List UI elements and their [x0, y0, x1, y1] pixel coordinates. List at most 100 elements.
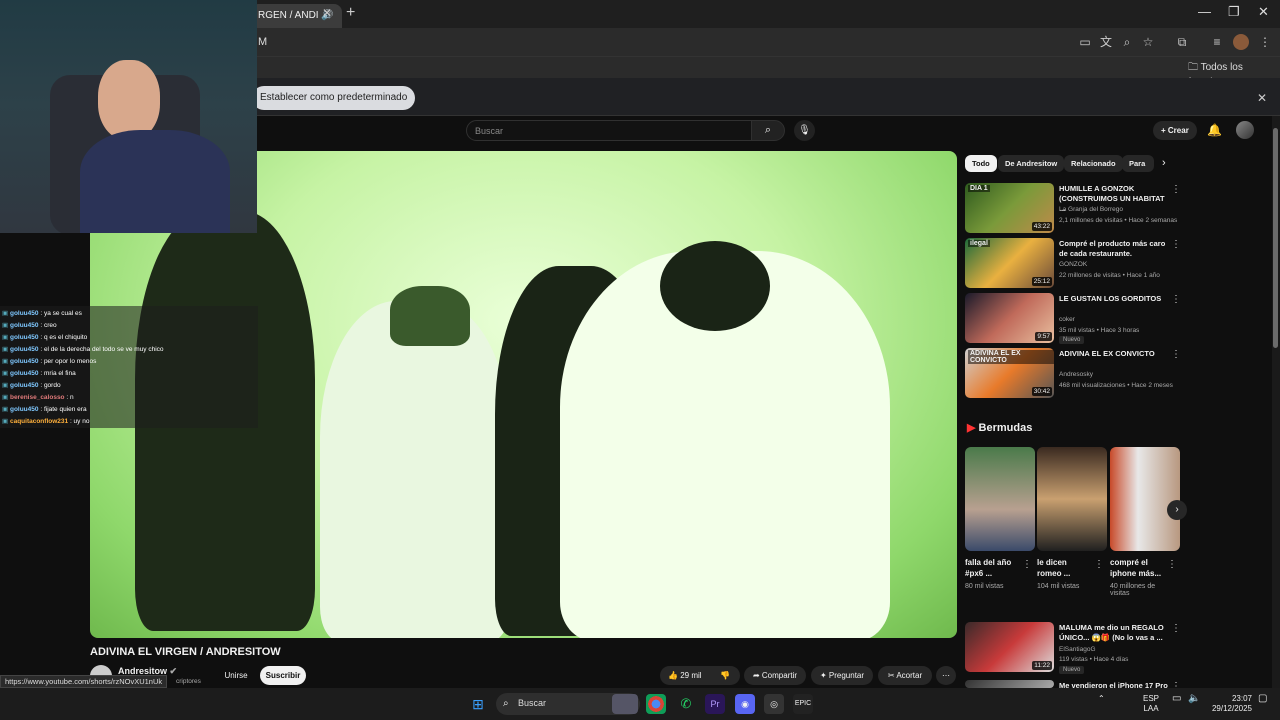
- chat-username[interactable]: goluu450: [10, 334, 39, 341]
- chat-badge-icon: ▣: [2, 394, 9, 401]
- related-thumbnail[interactable]: ilegal 25:12: [965, 238, 1054, 288]
- more-actions-icon[interactable]: ⋯: [936, 666, 956, 685]
- obs-icon[interactable]: ◎: [764, 694, 784, 714]
- chat-username[interactable]: goluu450: [10, 310, 39, 317]
- related-channel[interactable]: coker: [1059, 316, 1075, 323]
- chip-channel[interactable]: De Andresitow: [998, 155, 1065, 172]
- epic-games-icon[interactable]: EPIC: [793, 694, 813, 714]
- related-title[interactable]: LE GUSTAN LOS GORDITOS: [1059, 294, 1169, 304]
- chevron-right-icon[interactable]: ›: [1162, 157, 1166, 169]
- more-options-icon[interactable]: ⋮: [1171, 184, 1181, 195]
- profile-avatar[interactable]: [1233, 34, 1249, 50]
- short-thumb[interactable]: [965, 447, 1035, 551]
- chat-text: : ya se cual es: [40, 310, 82, 317]
- clock[interactable]: 23:07 29/12/2025: [1208, 694, 1252, 714]
- related-title[interactable]: ADIVINA EL EX CONVICTO: [1059, 349, 1169, 359]
- network-icon[interactable]: ▭: [1172, 694, 1181, 704]
- chat-username[interactable]: goluu450: [10, 358, 39, 365]
- close-tab-icon[interactable]: ✕: [322, 6, 332, 20]
- more-options-icon[interactable]: ⋮: [1171, 239, 1181, 250]
- related-thumbnail[interactable]: DIA 1 43:22: [965, 183, 1054, 233]
- create-label: Crear: [1167, 126, 1189, 135]
- volume-icon[interactable]: 🔈: [1188, 694, 1200, 704]
- cast-icon[interactable]: ▭: [1077, 34, 1093, 50]
- account-avatar[interactable]: [1236, 121, 1254, 139]
- join-button[interactable]: Unirse: [222, 666, 250, 685]
- chat-username[interactable]: goluu450: [10, 370, 39, 377]
- more-options-icon[interactable]: ⋮: [1167, 559, 1177, 570]
- more-options-icon[interactable]: ⋮: [1171, 349, 1181, 360]
- bell-icon[interactable]: 🔔: [1207, 123, 1222, 137]
- dislike-icon[interactable]: 👎: [720, 666, 730, 685]
- bookmark-star-icon[interactable]: ☆: [1140, 34, 1156, 50]
- chip-all[interactable]: Todo: [965, 155, 997, 172]
- maximize-icon[interactable]: ❐: [1228, 4, 1240, 20]
- scrollbar-thumb[interactable]: [1273, 128, 1278, 348]
- related-channel[interactable]: GONZOK: [1059, 261, 1087, 268]
- new-tab-icon[interactable]: +: [346, 4, 355, 22]
- chat-username[interactable]: goluu450: [10, 406, 39, 413]
- share-button[interactable]: ➦ Compartir: [744, 666, 806, 685]
- clip-label: Acortar: [896, 671, 923, 680]
- person-figure: [320, 301, 510, 638]
- chat-text: : n: [66, 394, 74, 401]
- tray-chevron-icon[interactable]: ⌃: [1098, 694, 1105, 704]
- media-control-icon[interactable]: ≡: [1209, 34, 1225, 50]
- related-title[interactable]: MALUMA me dio un REGALO ÚNICO... 😱🎁 (No …: [1059, 623, 1169, 643]
- chat-username[interactable]: goluu450: [10, 346, 39, 353]
- premiere-icon[interactable]: Pr: [705, 694, 725, 714]
- short-title[interactable]: le dicen romeo ...: [1037, 557, 1093, 579]
- clip-button[interactable]: ✂ Acortar: [878, 666, 932, 685]
- short-title[interactable]: falla del año #px6 ...: [965, 557, 1021, 579]
- like-count: 29 mil: [680, 671, 702, 680]
- short-title[interactable]: compré el iphone más...: [1110, 557, 1166, 579]
- language-indicator[interactable]: ESP LAA: [1143, 694, 1159, 714]
- notifications-icon[interactable]: ▢: [1258, 694, 1267, 704]
- more-options-icon[interactable]: ⋮: [1171, 294, 1181, 305]
- more-options-icon[interactable]: ⋮: [1094, 559, 1104, 570]
- search-icon[interactable]: ⌕: [751, 120, 785, 141]
- infobar-close-icon[interactable]: ✕: [1257, 91, 1267, 105]
- extensions-icon[interactable]: ⧉: [1174, 34, 1190, 50]
- related-title[interactable]: Compré el producto más caro de cada rest…: [1059, 239, 1169, 259]
- ask-button[interactable]: ✦ Preguntar: [811, 666, 873, 685]
- whatsapp-icon[interactable]: ✆: [676, 694, 696, 714]
- minimize-icon[interactable]: —: [1198, 4, 1211, 19]
- more-options-icon[interactable]: ⋮: [1022, 559, 1032, 570]
- search-input[interactable]: Buscar: [466, 120, 752, 141]
- chat-username[interactable]: caquitaconflow231: [10, 418, 68, 425]
- widget-icon[interactable]: [612, 694, 638, 714]
- chat-badge-icon: ▣: [2, 406, 9, 413]
- chat-username[interactable]: goluu450: [10, 322, 39, 329]
- chip-for-you[interactable]: Para t: [1122, 155, 1154, 172]
- chat-username[interactable]: goluu450: [10, 382, 39, 389]
- short-thumb[interactable]: [1110, 447, 1180, 551]
- related-thumbnail[interactable]: 11:22: [965, 622, 1054, 672]
- zoom-icon[interactable]: ⌕: [1119, 34, 1135, 50]
- related-thumbnail[interactable]: ADIVINA EL EX CONVICTO 30:42: [965, 348, 1054, 398]
- create-button[interactable]: + Crear: [1153, 121, 1197, 140]
- chrome-icon[interactable]: [646, 694, 666, 714]
- subscribe-button[interactable]: Suscribir: [260, 666, 306, 685]
- more-options-icon[interactable]: ⋮: [1171, 623, 1181, 634]
- like-button[interactable]: 👍 29 mil 👎: [660, 666, 740, 685]
- microphone-icon[interactable]: 🎙: [794, 120, 815, 141]
- translate-icon[interactable]: 文: [1098, 34, 1114, 50]
- chat-message: ▣ goluu450 : gordo: [2, 381, 61, 389]
- related-thumbnail[interactable]: 9:57: [965, 293, 1054, 343]
- related-channel[interactable]: La Granja del Borrego: [1059, 206, 1123, 213]
- set-default-button[interactable]: Establecer como predeterminado: [252, 86, 416, 110]
- shorts-next-icon[interactable]: ›: [1167, 500, 1187, 520]
- windows-start-icon[interactable]: ⊞: [468, 694, 488, 714]
- menu-icon[interactable]: ⋮: [1257, 34, 1273, 50]
- chat-username[interactable]: berenise_calosso: [10, 394, 65, 401]
- discord-icon[interactable]: ◉: [735, 694, 755, 714]
- related-thumbnail[interactable]: [965, 680, 1054, 688]
- window-close-icon[interactable]: ✕: [1258, 4, 1269, 20]
- related-channel[interactable]: Andresosky: [1059, 371, 1093, 378]
- chat-message: ▣ goluu450 : mria el fina: [2, 369, 76, 377]
- chip-related[interactable]: Relacionado: [1064, 155, 1123, 172]
- related-channel[interactable]: ElSantiagoG: [1059, 646, 1096, 653]
- short-thumb[interactable]: [1037, 447, 1107, 551]
- url-text[interactable]: M: [258, 36, 267, 48]
